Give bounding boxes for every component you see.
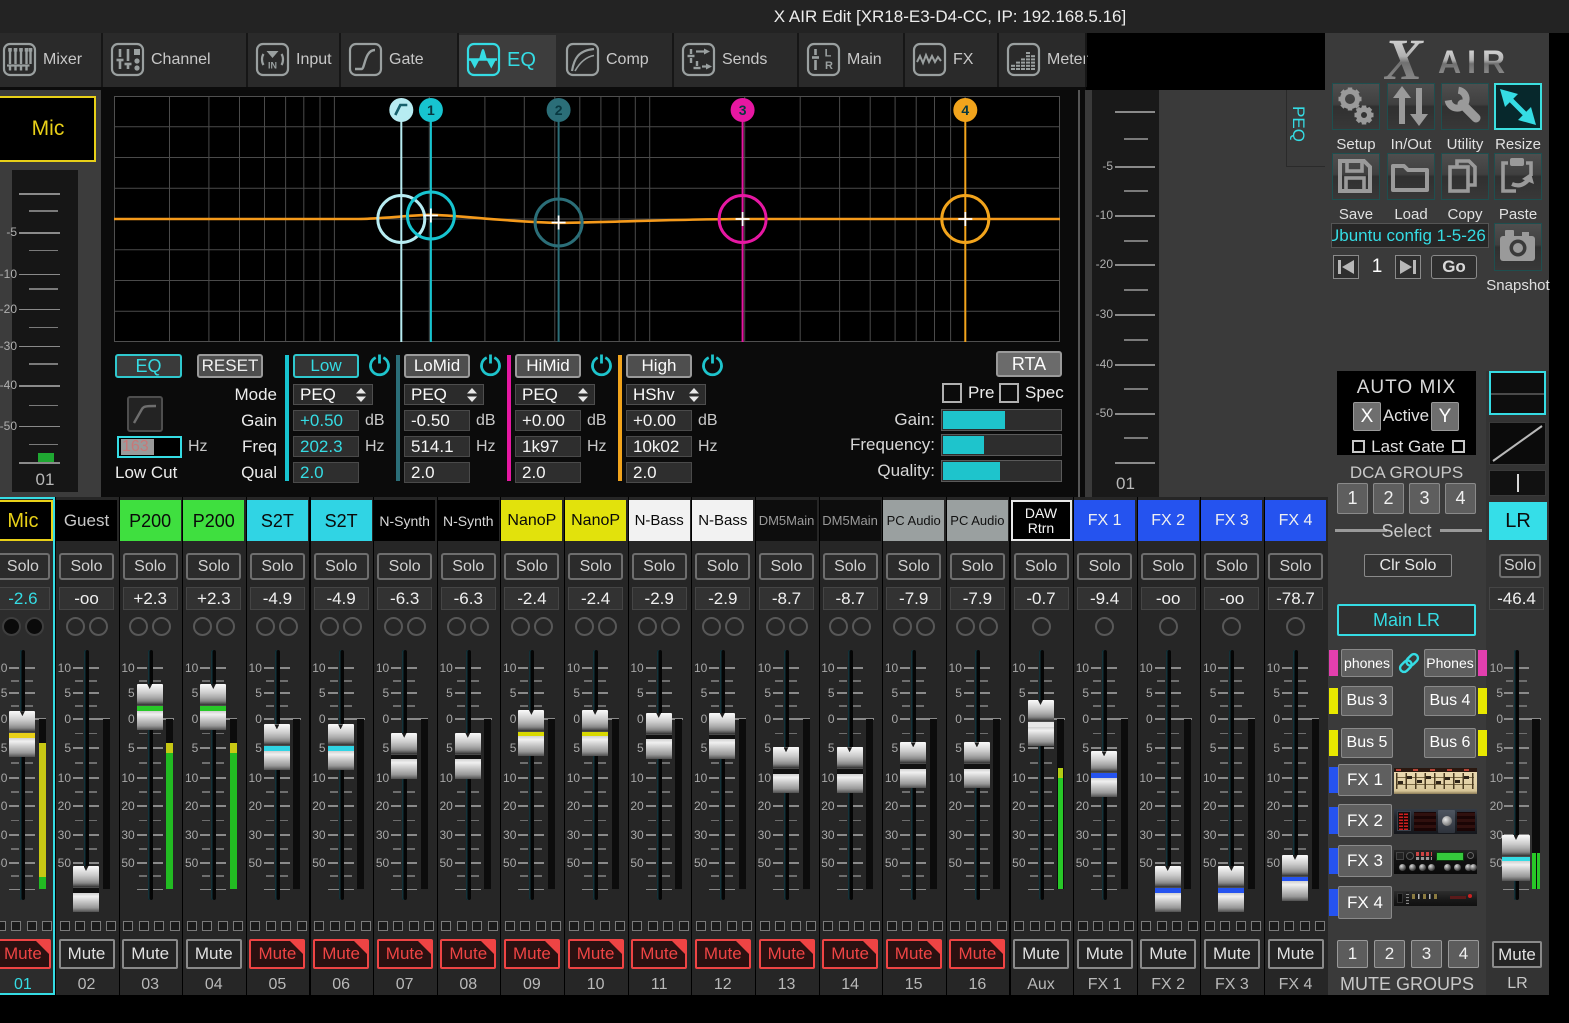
svg-text:AIR: AIR (1438, 44, 1511, 80)
svg-text:2: 2 (554, 102, 562, 118)
svg-text:L: L (825, 48, 832, 60)
svg-text:3: 3 (738, 102, 746, 118)
svg-text:1: 1 (427, 102, 435, 118)
svg-text:IN: IN (268, 61, 277, 71)
svg-text:R: R (825, 60, 833, 72)
svg-text:4: 4 (961, 102, 969, 118)
svg-text:X: X (1384, 33, 1424, 83)
